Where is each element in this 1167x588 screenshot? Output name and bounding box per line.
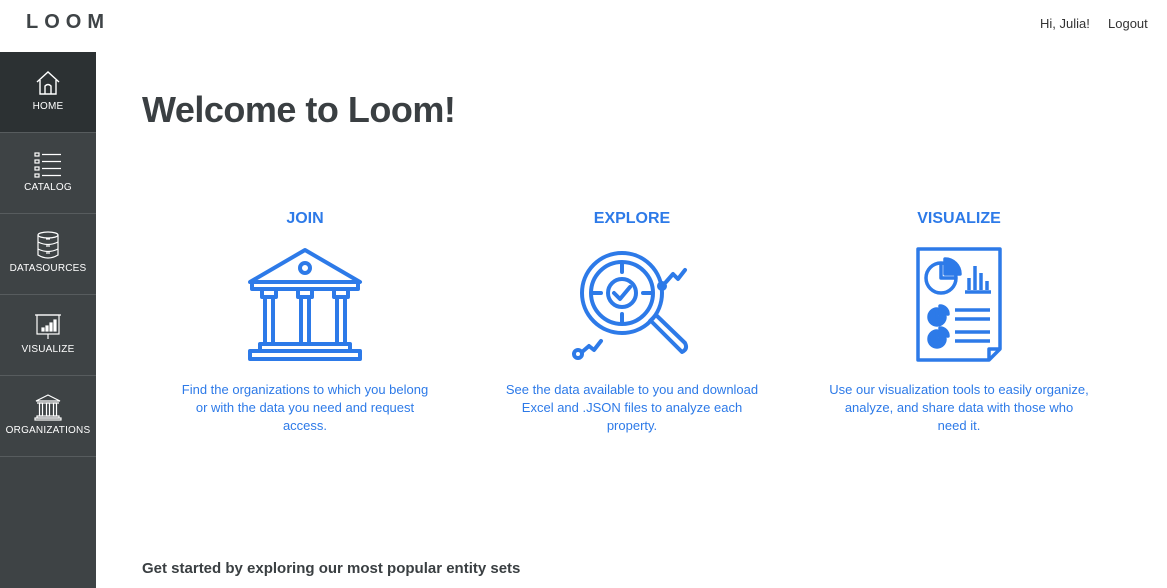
sidebar-item-organizations[interactable]: ORGANIZATIONS — [0, 376, 96, 457]
sidebar: HOME CATALOG DATASOURCES VISUALIZE ORGAN… — [0, 52, 96, 588]
home-icon — [36, 71, 60, 95]
logout-link[interactable]: Logout — [1108, 16, 1148, 31]
chart-board-icon — [35, 314, 61, 339]
magnifier-chart-icon — [572, 251, 688, 360]
card-title[interactable]: VISUALIZE — [829, 210, 1089, 228]
database-icon — [37, 231, 59, 259]
visualize-card: VISUALIZE Use our visualization tools to… — [829, 210, 1089, 433]
sidebar-item-catalog[interactable]: CATALOG — [0, 133, 96, 214]
card-title[interactable]: EXPLORE — [502, 210, 762, 228]
page-title: Welcome to Loom! — [142, 89, 456, 130]
logo[interactable]: LOOM — [26, 11, 110, 34]
section-heading: Get started by exploring our most popula… — [142, 560, 521, 577]
sidebar-item-home[interactable]: HOME — [0, 52, 96, 133]
sidebar-item-label: HOME — [32, 101, 64, 112]
sidebar-item-label: CATALOG — [24, 182, 72, 193]
user-greeting: Hi, Julia! — [1040, 16, 1090, 31]
institution-icon — [34, 394, 62, 421]
sidebar-item-visualize[interactable]: VISUALIZE — [0, 295, 96, 376]
card-description: See the data available to you and downlo… — [505, 382, 759, 433]
card-description: Use our visualization tools to easily or… — [829, 382, 1089, 433]
sidebar-item-label: VISUALIZE — [21, 344, 75, 355]
sidebar-item-label: ORGANIZATIONS — [5, 425, 91, 436]
top-bar: LOOM Hi, Julia! Logout — [0, 0, 1167, 52]
catalog-list-icon — [34, 152, 61, 178]
sidebar-item-label: DATASOURCES — [9, 263, 87, 274]
explore-card: EXPLORE See the data available to you an… — [502, 210, 762, 433]
institution-icon — [248, 248, 362, 361]
card-description: Find the organizations to which you belo… — [181, 382, 429, 433]
sidebar-item-datasources[interactable]: DATASOURCES — [0, 214, 96, 295]
report-charts-icon — [916, 247, 1002, 362]
join-card: JOIN Find the organizations to which you… — [175, 210, 435, 433]
card-title[interactable]: JOIN — [175, 210, 435, 228]
